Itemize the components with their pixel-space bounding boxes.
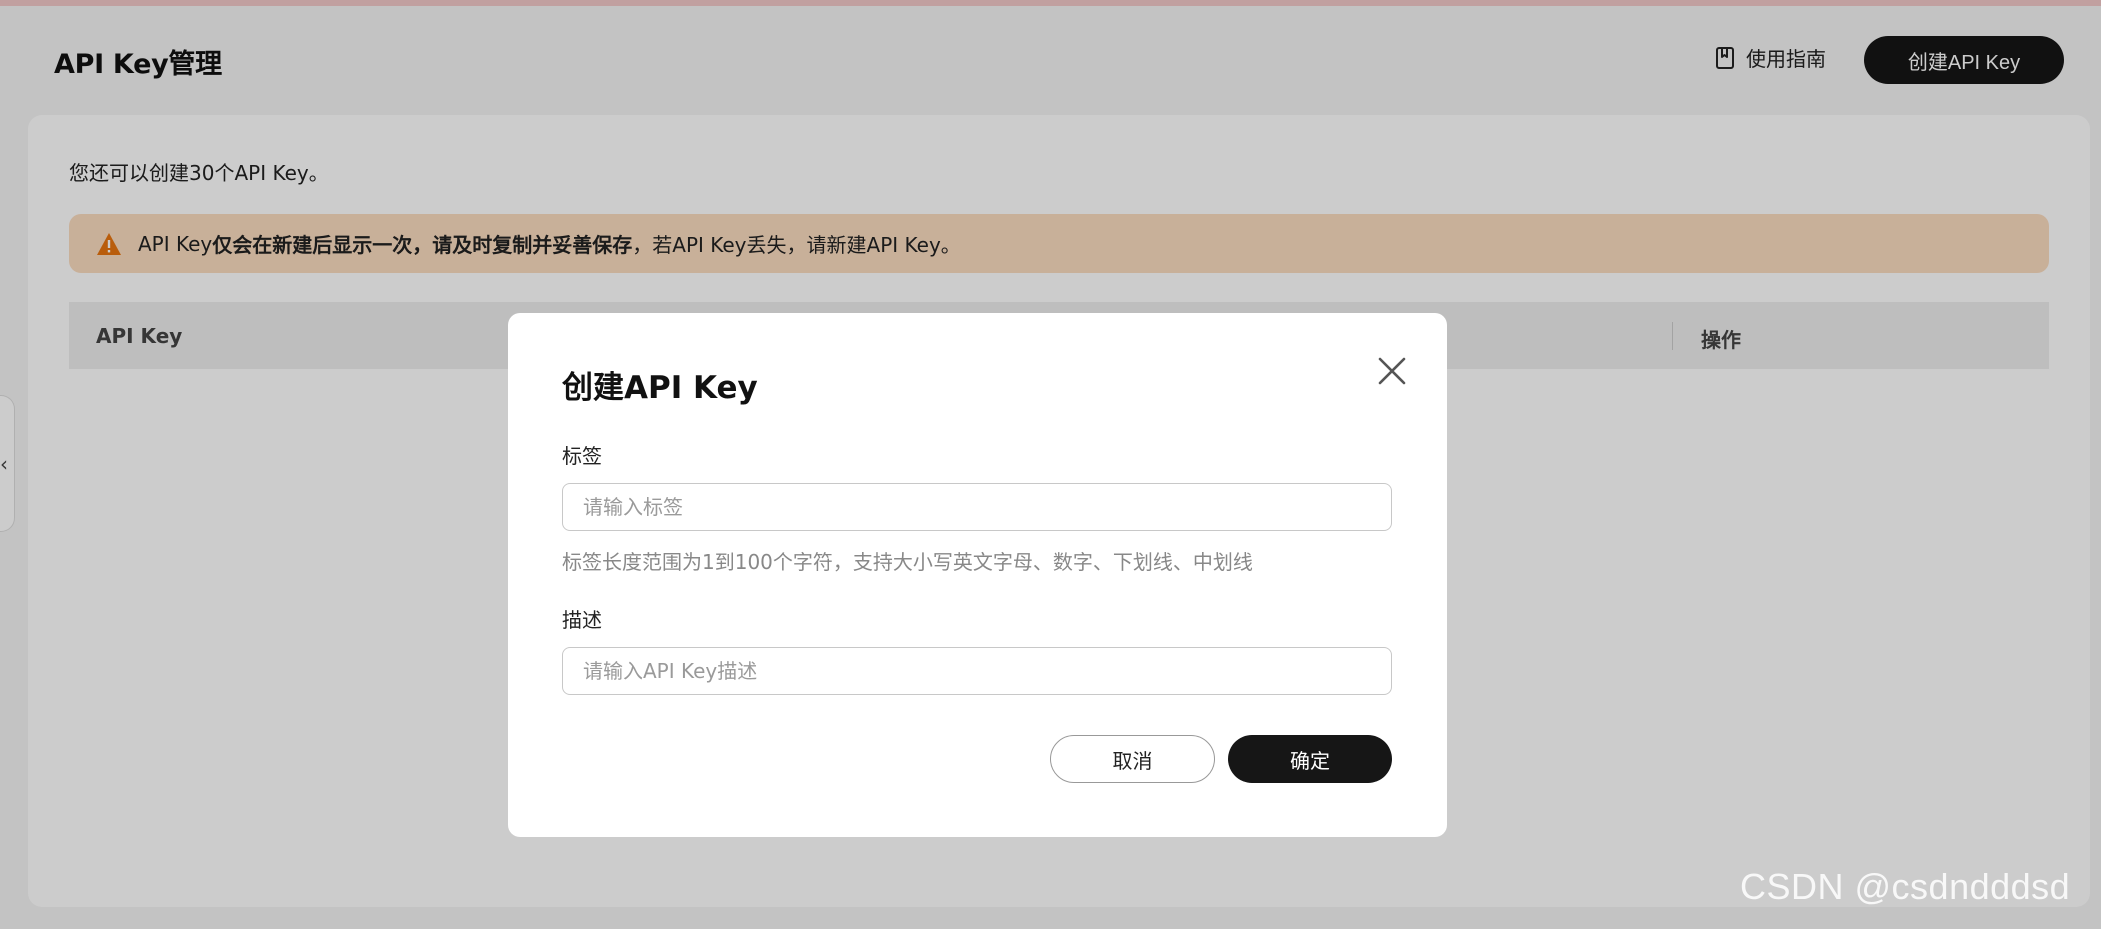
cancel-button[interactable]: 取消 bbox=[1050, 735, 1215, 783]
tag-label: 标签 bbox=[562, 444, 602, 468]
create-api-key-dialog: 创建API Key 标签 标签长度范围为1到100个字符，支持大小写英文字母、数… bbox=[508, 313, 1447, 837]
description-input[interactable] bbox=[562, 647, 1392, 695]
confirm-button[interactable]: 确定 bbox=[1228, 735, 1392, 783]
watermark: CSDN @csdndddsd bbox=[1740, 866, 2071, 907]
description-label: 描述 bbox=[562, 608, 602, 632]
tag-hint: 标签长度范围为1到100个字符，支持大小写英文字母、数字、下划线、中划线 bbox=[562, 550, 1253, 574]
tag-input[interactable] bbox=[562, 483, 1392, 531]
dialog-title: 创建API Key bbox=[562, 370, 758, 406]
close-icon[interactable] bbox=[1374, 353, 1410, 389]
